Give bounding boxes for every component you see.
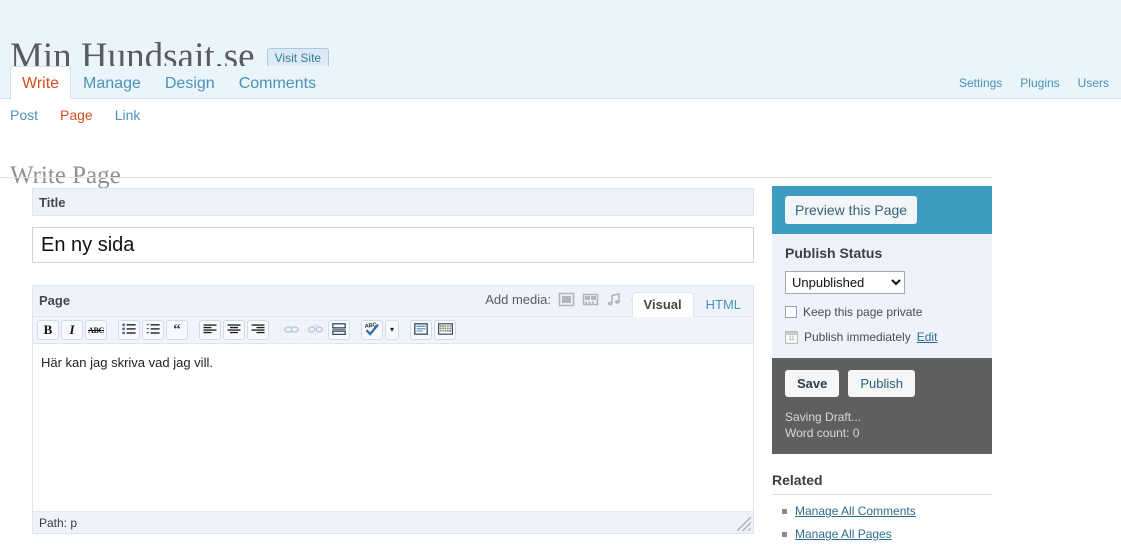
unordered-list-button[interactable] — [118, 320, 140, 340]
heading-divider — [0, 177, 992, 178]
editor-toolbar: B I ABC — [32, 316, 754, 344]
schedule-option-row: 11 Publish immediately Edit — [785, 330, 979, 344]
link-users[interactable]: Users — [1078, 76, 1109, 90]
admin-header: Min Hundsajt.se Visit Site — [0, 0, 1121, 66]
more-tag-icon — [332, 323, 346, 338]
ordered-list-button[interactable] — [142, 320, 164, 340]
subnav-item-post[interactable]: Post — [10, 107, 38, 123]
primary-tabbar: Write Manage Design Comments Settings Pl… — [0, 66, 1121, 99]
align-right-button[interactable] — [247, 320, 269, 340]
italic-button[interactable]: I — [61, 320, 83, 340]
link-manage-all-pages[interactable]: Manage All Pages — [795, 527, 892, 541]
tab-design[interactable]: Design — [153, 66, 227, 99]
bullet-icon — [782, 509, 787, 514]
kitchen-sink-icon — [438, 323, 453, 338]
save-status-text: Saving Draft... Word count: 0 — [785, 409, 979, 441]
align-left-button[interactable] — [199, 320, 221, 340]
chevron-down-icon: ▾ — [390, 326, 394, 334]
spellcheck-icon: ABC — [364, 322, 380, 339]
insert-link-button[interactable] — [280, 320, 302, 340]
bold-icon: B — [44, 322, 53, 338]
bold-button[interactable]: B — [37, 320, 59, 340]
private-option-row: Keep this page private — [785, 305, 979, 319]
link-icon — [284, 323, 299, 338]
unlink-button[interactable] — [304, 320, 326, 340]
tab-write[interactable]: Write — [10, 66, 71, 99]
editor-mode-tabs: Visual HTML — [632, 292, 753, 317]
fullscreen-button[interactable] — [410, 320, 432, 340]
publish-sidebar: Preview this Page Publish Status Unpubli… — [772, 186, 992, 550]
save-publish-box: Save Publish Saving Draft... Word count:… — [772, 358, 992, 454]
unlink-icon — [308, 323, 323, 338]
editor-column: Title Page Add media: — [32, 188, 754, 534]
spellcheck-button[interactable]: ABC — [361, 320, 383, 340]
title-panel-label: Title — [39, 195, 66, 210]
page-panel-header: Page Add media: — [32, 285, 754, 316]
kitchen-sink-button[interactable] — [434, 320, 456, 340]
italic-icon: I — [69, 322, 74, 338]
page-panel-label: Page — [39, 293, 70, 308]
insert-more-tag-button[interactable] — [328, 320, 350, 340]
title-input[interactable] — [32, 227, 754, 263]
blockquote-icon: “ — [173, 326, 181, 334]
related-box: Related Manage All Comments Manage All P… — [772, 472, 992, 541]
subnav-item-page[interactable]: Page — [60, 107, 93, 123]
save-button-row: Save Publish — [785, 370, 979, 397]
link-plugins[interactable]: Plugins — [1020, 76, 1059, 90]
strikethrough-icon: ABC — [88, 326, 104, 335]
add-media-group: Add media: — [485, 292, 647, 307]
editor-paragraph: Här kan jag skriva vad jag vill. — [41, 354, 743, 371]
unordered-list-icon — [122, 323, 136, 338]
add-video-icon[interactable] — [582, 292, 599, 307]
tab-manage[interactable]: Manage — [71, 66, 153, 99]
path-label: Path: p — [39, 516, 77, 530]
saving-draft-status: Saving Draft... — [785, 409, 979, 425]
top-right-links: Settings Plugins Users — [959, 66, 1109, 99]
editor-resize-grip[interactable] — [737, 517, 751, 531]
blockquote-button[interactable]: “ — [166, 320, 188, 340]
tab-html[interactable]: HTML — [694, 292, 753, 317]
subnav-item-link[interactable]: Link — [115, 107, 141, 123]
primary-tabs: Write Manage Design Comments — [10, 66, 328, 99]
save-button[interactable]: Save — [785, 370, 839, 397]
link-settings[interactable]: Settings — [959, 76, 1002, 90]
subnav: Post Page Link — [10, 107, 140, 123]
edit-schedule-link[interactable]: Edit — [917, 330, 938, 344]
publish-status-heading: Publish Status — [785, 245, 979, 261]
tab-comments[interactable]: Comments — [227, 66, 328, 99]
ordered-list-icon — [146, 323, 160, 338]
list-item: Manage All Pages — [772, 527, 992, 541]
calendar-icon: 11 — [785, 331, 798, 344]
align-left-icon — [203, 323, 217, 338]
bullet-icon — [782, 532, 787, 537]
page-heading: Write Page — [10, 160, 121, 192]
add-audio-icon[interactable] — [606, 292, 623, 307]
preview-this-page-button[interactable]: Preview this Page — [785, 196, 917, 224]
word-count: Word count: 0 — [785, 425, 979, 441]
add-image-icon[interactable] — [558, 292, 575, 307]
keep-private-checkbox[interactable] — [785, 306, 797, 318]
related-links-list: Manage All Comments Manage All Pages — [772, 495, 992, 541]
add-media-label: Add media: — [485, 292, 551, 307]
editor-content-area[interactable]: Här kan jag skriva vad jag vill. — [32, 344, 754, 512]
tab-visual[interactable]: Visual — [632, 292, 694, 317]
schedule-label: Publish immediately — [804, 330, 911, 344]
align-right-icon — [251, 323, 265, 338]
align-center-button[interactable] — [223, 320, 245, 340]
strikethrough-button[interactable]: ABC — [85, 320, 107, 340]
link-manage-all-comments[interactable]: Manage All Comments — [795, 504, 916, 518]
publish-status-box: Publish Status Unpublished Published Pen… — [772, 234, 992, 358]
align-center-icon — [227, 323, 241, 338]
preview-bar: Preview this Page — [772, 186, 992, 234]
page-editor-panel: Page Add media: — [32, 285, 754, 534]
publish-status-select[interactable]: Unpublished Published Pending Review — [785, 271, 905, 294]
related-heading: Related — [772, 472, 992, 495]
fullscreen-icon — [414, 323, 428, 338]
editor-path-bar: Path: p — [32, 512, 754, 534]
list-item: Manage All Comments — [772, 504, 992, 518]
keep-private-label: Keep this page private — [803, 305, 922, 319]
spellcheck-dropdown-button[interactable]: ▾ — [385, 320, 399, 340]
title-panel-header: Title — [32, 188, 754, 216]
publish-button[interactable]: Publish — [848, 370, 915, 397]
